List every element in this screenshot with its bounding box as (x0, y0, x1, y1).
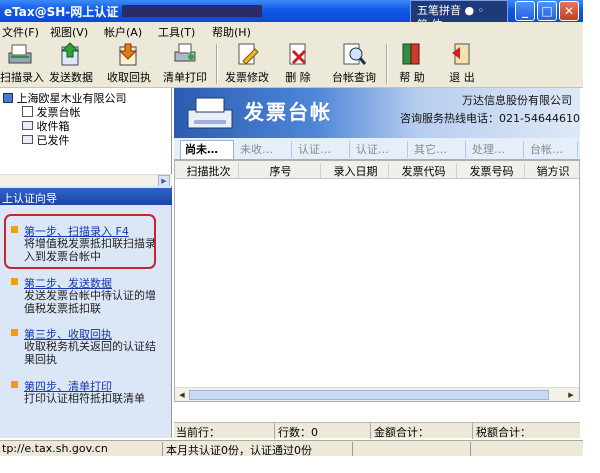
toolbar: 扫描录入 发送数据 收取回执 清单打印 发票修改 删 除 台帐查询 帮 助 退 … (0, 40, 583, 88)
ledger-tabs: 尚未… 未收… 认证… 认证… 其它… 处理… 台帐… (174, 138, 580, 160)
vendor-name: 万达信息股份有限公司 (462, 94, 572, 107)
exit-button[interactable]: 退 出 (442, 40, 482, 88)
exit-door-icon (452, 43, 470, 65)
menu-bar: 文件(F) 视图(V) 帐户(A) 工具(T) 帮助(H) (0, 22, 583, 40)
tab-ledger[interactable]: 台帐… (526, 141, 578, 158)
ledger-query-button[interactable]: 台帐查询 (326, 40, 382, 88)
delete-icon (289, 43, 307, 65)
toolbar-separator (386, 44, 388, 84)
step-bullet-icon (11, 381, 18, 388)
step-1-highlight-annotation (4, 214, 156, 269)
column-header[interactable]: 销方识 (527, 163, 579, 179)
column-header[interactable]: 发票代码 (391, 163, 457, 179)
column-header[interactable]: 录入日期 (323, 163, 389, 179)
scanner-icon (8, 44, 32, 64)
tab-certified-b[interactable]: 认证… (352, 141, 408, 158)
printer-icon (174, 43, 196, 62)
page-title: 发票台帐 (244, 100, 332, 124)
menu-view[interactable]: 视图(V) (50, 24, 88, 40)
step-2-description: 发送发票台帐中待认证的增值税发票抵扣联 (24, 289, 156, 315)
page-banner: 发票台帐 万达信息股份有限公司 咨询服务热线电话：021-54644610 (174, 88, 580, 138)
help-button[interactable]: 帮 助 (392, 40, 432, 88)
magnifier-icon (343, 43, 367, 65)
summary-bar: 当前行： 行数：0 金额合计： 税额合计： (174, 422, 580, 439)
printer-graphic-icon (187, 97, 233, 129)
status-bar: tp://e.tax.sh.gov.cn 本月共认证0份，认证通过0份 (0, 440, 583, 457)
help-book-icon (402, 43, 420, 65)
ledger-icon (22, 106, 33, 117)
step-3-description: 收取税务机关返回的认证结果回执 (24, 340, 156, 366)
redacted-block (122, 5, 263, 17)
tab-certified-a[interactable]: 认证… (294, 141, 350, 158)
amount-total-label: 金额合计： (374, 426, 429, 439)
row-count: 行数：0 (278, 426, 318, 439)
grid-horizontal-scrollbar[interactable]: ◀ ▶ (175, 387, 579, 401)
send-icon (60, 42, 80, 66)
minimize-button[interactable]: _ (515, 1, 535, 21)
company-icon (3, 93, 13, 103)
wizard-header: 上认证向导 (0, 188, 172, 205)
step-4-description: 打印认证相符抵扣联清单 (24, 392, 145, 405)
inbox-icon (22, 121, 33, 130)
step-bullet-icon (11, 278, 18, 285)
menu-account[interactable]: 帐户(A) (104, 24, 142, 40)
window-title: eTax@SH-网上认证 (4, 3, 263, 20)
scrollbar-thumb[interactable] (189, 390, 549, 400)
tax-total-label: 税额合计： (476, 426, 531, 439)
scroll-right-arrow-icon[interactable]: ▶ (565, 389, 577, 401)
scroll-left-arrow-icon[interactable]: ◀ (176, 389, 188, 401)
close-button[interactable]: ✕ (559, 1, 579, 21)
tab-pending[interactable]: 尚未… (180, 140, 234, 159)
edit-document-icon (238, 43, 259, 65)
tree-horizontal-scrollbar[interactable]: ▶ (0, 174, 172, 187)
hotline-text: 咨询服务热线电话：021-54644610 (400, 112, 580, 125)
sent-icon (22, 135, 33, 144)
print-list-button[interactable]: 清单打印 (160, 40, 210, 88)
tab-not-received[interactable]: 未收… (236, 141, 292, 158)
scan-entry-button[interactable]: 扫描录入 (0, 40, 44, 88)
menu-tools[interactable]: 工具(T) (158, 24, 195, 40)
receive-icon (118, 43, 138, 66)
receive-receipt-button[interactable]: 收取回执 (104, 40, 154, 88)
grid-header: 扫描批次 序号 录入日期 发票代码 发票号码 销方识 (175, 161, 579, 179)
status-url: tp://e.tax.sh.gov.cn (2, 442, 108, 455)
tree-item-sent[interactable]: 已发件 (22, 132, 70, 148)
tab-processing[interactable]: 处理… (468, 141, 524, 158)
status-message: 本月共认证0份，认证通过0份 (166, 444, 312, 457)
current-row-label: 当前行： (176, 426, 220, 439)
invoice-grid[interactable]: 扫描批次 序号 录入日期 发票代码 发票号码 销方识 ◀ ▶ (174, 160, 580, 402)
tab-other[interactable]: 其它… (410, 141, 466, 158)
menu-file[interactable]: 文件(F) (2, 24, 39, 40)
modify-invoice-button[interactable]: 发票修改 (222, 40, 272, 88)
menu-help[interactable]: 帮助(H) (212, 24, 251, 40)
step-bullet-icon (11, 329, 18, 336)
maximize-button[interactable]: □ (537, 1, 557, 21)
toolbar-separator (216, 44, 218, 84)
delete-button[interactable]: 删 除 (278, 40, 318, 88)
column-header[interactable]: 扫描批次 (179, 163, 239, 179)
column-header[interactable]: 序号 (241, 163, 321, 179)
column-header[interactable]: 发票号码 (459, 163, 525, 179)
send-data-button[interactable]: 发送数据 (46, 40, 96, 88)
navigation-tree: 上海欧星木业有限公司 发票台帐 收件箱 已发件 (0, 88, 172, 176)
